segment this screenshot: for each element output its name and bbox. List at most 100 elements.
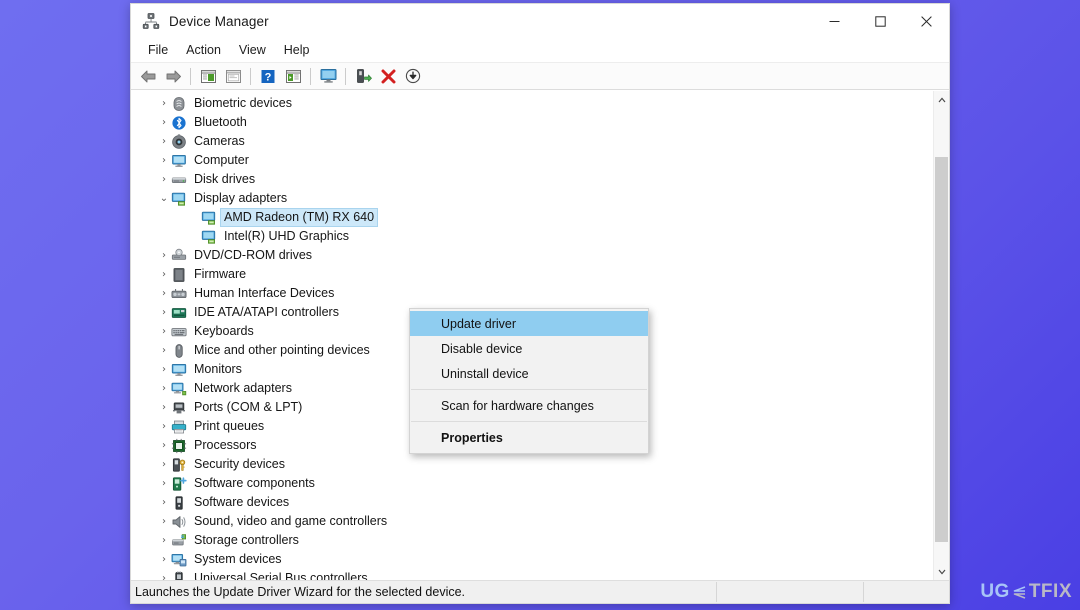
chevron-right-icon[interactable]: › — [157, 459, 171, 470]
tree-item[interactable]: › Human Interface Devices — [131, 284, 933, 303]
context-menu-separator — [411, 389, 647, 390]
status-bar: Launches the Update Driver Wizard for th… — [131, 580, 949, 603]
chevron-right-icon[interactable]: › — [157, 307, 171, 318]
chevron-right-icon[interactable]: › — [157, 155, 171, 166]
chevron-right-icon[interactable]: › — [157, 421, 171, 432]
chevron-right-icon[interactable]: › — [157, 326, 171, 337]
tree-item[interactable]: › Computer — [131, 151, 933, 170]
tree-item[interactable]: › Sound, video and game controllers — [131, 512, 933, 531]
menu-file[interactable]: File — [139, 41, 177, 60]
tree-item[interactable]: › Bluetooth — [131, 113, 933, 132]
ugetfix-watermark: UG TFIX — [980, 581, 1072, 603]
tree-item[interactable]: Intel(R) UHD Graphics — [131, 227, 933, 246]
chevron-right-icon[interactable]: › — [157, 364, 171, 375]
toolbar: ? — [131, 63, 949, 90]
chevron-right-icon[interactable]: › — [157, 288, 171, 299]
tree-item[interactable]: AMD Radeon (TM) RX 640 — [131, 208, 933, 227]
tree-item[interactable]: › Software devices — [131, 493, 933, 512]
menu-action[interactable]: Action — [177, 41, 230, 60]
tree-item[interactable]: › Security devices — [131, 455, 933, 474]
chevron-right-icon[interactable]: › — [157, 440, 171, 451]
tree-item-label: Software components — [194, 476, 315, 491]
display-adapter-icon — [201, 210, 217, 226]
close-button[interactable] — [903, 4, 949, 38]
chevron-right-icon[interactable]: › — [157, 554, 171, 565]
scroll-up-arrow-icon[interactable] — [934, 91, 949, 108]
forward-button[interactable] — [161, 65, 185, 87]
context-menu-item[interactable]: Disable device — [410, 336, 648, 361]
tree-item-label: AMD Radeon (TM) RX 640 — [221, 209, 378, 226]
tree-item-label: Biometric devices — [194, 96, 292, 111]
devices-by-type-button[interactable] — [316, 65, 340, 87]
chevron-right-icon[interactable]: › — [157, 136, 171, 147]
chevron-right-icon[interactable]: › — [157, 383, 171, 394]
software-device-icon — [171, 495, 187, 511]
tree-item[interactable]: › Cameras — [131, 132, 933, 151]
processor-icon — [171, 438, 187, 454]
tree-item-label: Bluetooth — [194, 115, 247, 130]
sound-icon — [171, 514, 187, 530]
help-button[interactable]: ? — [256, 65, 280, 87]
context-menu-item[interactable]: Update driver — [410, 311, 648, 336]
scrollbar-thumb[interactable] — [935, 157, 948, 542]
tree-item-label: Cameras — [194, 134, 245, 149]
show-hide-console-tree-button[interactable] — [196, 65, 220, 87]
tree-item[interactable]: › Disk drives — [131, 170, 933, 189]
uninstall-device-button[interactable] — [376, 65, 400, 87]
chevron-right-icon[interactable]: › — [157, 117, 171, 128]
network-adapter-icon — [171, 381, 187, 397]
minimize-button[interactable] — [811, 4, 857, 38]
context-menu-item[interactable]: Uninstall device — [410, 361, 648, 386]
tree-item[interactable]: › DVD/CD-ROM drives — [131, 246, 933, 265]
update-driver-button[interactable] — [401, 65, 425, 87]
camera-icon — [171, 133, 187, 150]
ide-controller-icon — [171, 305, 187, 321]
menu-bar: File Action View Help — [131, 38, 949, 63]
scroll-down-arrow-icon[interactable] — [934, 563, 949, 580]
tree-item[interactable]: › Universal Serial Bus controllers — [131, 569, 933, 580]
display-adapter-icon — [171, 191, 187, 207]
chevron-right-icon[interactable]: › — [157, 174, 171, 185]
chevron-right-icon[interactable]: › — [157, 535, 171, 546]
menu-help[interactable]: Help — [275, 41, 319, 60]
tree-item[interactable]: › Biometric devices — [131, 94, 933, 113]
chevron-right-icon[interactable]: › — [157, 573, 171, 580]
tree-item[interactable]: › System devices — [131, 550, 933, 569]
tree-item-label: Sound, video and game controllers — [194, 514, 388, 529]
maximize-button[interactable] — [857, 4, 903, 38]
device-manager-window: Device Manager File Action View Help ? ›… — [130, 3, 950, 604]
vertical-scrollbar[interactable] — [933, 91, 949, 580]
storage-controller-icon — [171, 533, 187, 549]
tree-item[interactable]: › Software components — [131, 474, 933, 493]
context-menu-item[interactable]: Properties — [410, 425, 648, 450]
back-button[interactable] — [136, 65, 160, 87]
properties-button[interactable] — [221, 65, 245, 87]
tree-item-label: DVD/CD-ROM drives — [194, 248, 313, 263]
menu-view[interactable]: View — [230, 41, 275, 60]
context-menu-separator — [411, 421, 647, 422]
display-adapter-icon — [201, 229, 217, 245]
status-message: Launches the Update Driver Wizard for th… — [135, 585, 466, 599]
tree-item[interactable]: › Storage controllers — [131, 531, 933, 550]
tree-item-label: Print queues — [194, 419, 265, 434]
chevron-right-icon[interactable]: › — [157, 250, 171, 261]
chevron-right-icon[interactable]: › — [157, 497, 171, 508]
scan-for-hardware-changes-button[interactable] — [351, 65, 375, 87]
chevron-right-icon[interactable]: › — [157, 345, 171, 356]
show-hide-action-pane-button[interactable] — [281, 65, 305, 87]
chevron-down-icon[interactable]: ⌄ — [157, 193, 171, 204]
chevron-right-icon[interactable]: › — [157, 98, 171, 109]
toolbar-separator-3 — [310, 67, 311, 85]
chevron-right-icon[interactable]: › — [157, 402, 171, 413]
tree-item[interactable]: › Firmware — [131, 265, 933, 284]
chevron-right-icon[interactable]: › — [157, 516, 171, 527]
context-menu-item[interactable]: Scan for hardware changes — [410, 393, 648, 418]
chevron-right-icon[interactable]: › — [157, 478, 171, 489]
status-divider-1 — [716, 582, 717, 602]
context-menu[interactable]: Update driver Disable device Uninstall dev… — [409, 308, 649, 454]
monitor-icon — [171, 362, 187, 378]
window-controls — [811, 4, 949, 38]
chevron-right-icon[interactable]: › — [157, 269, 171, 280]
tree-item[interactable]: ⌄ Display adapters — [131, 189, 933, 208]
software-component-icon — [171, 476, 187, 492]
